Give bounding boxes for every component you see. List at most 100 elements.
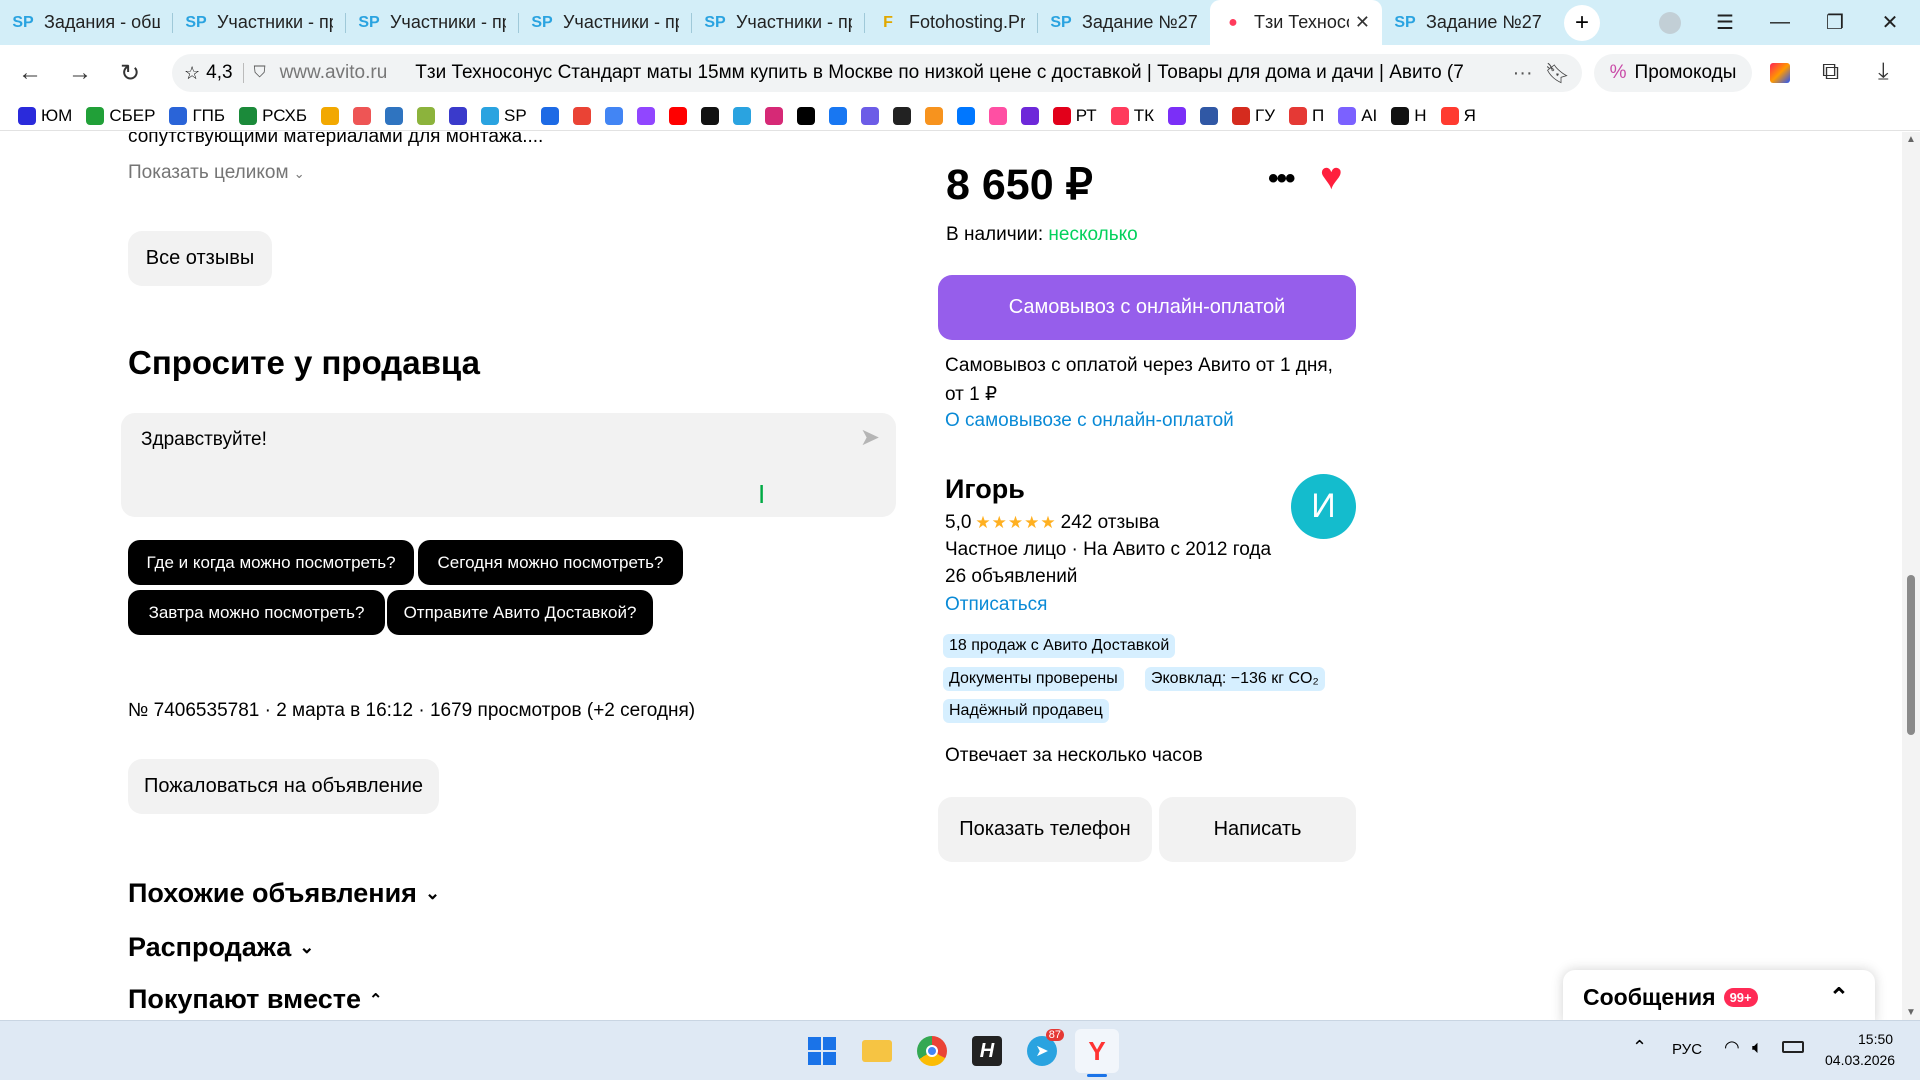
close-tab-icon[interactable]: ✕ (1355, 12, 1370, 33)
promo-button[interactable]: % Промокоды (1594, 54, 1752, 92)
restore-icon[interactable]: ❐ (1810, 0, 1860, 45)
chrome-icon[interactable] (910, 1029, 954, 1073)
favorite-heart-icon[interactable]: ♥ (1320, 158, 1343, 196)
bookmark-item[interactable] (604, 106, 628, 125)
back-icon[interactable]: ← (5, 48, 55, 98)
language-indicator[interactable]: РУС (1672, 1041, 1702, 1058)
more-options-icon[interactable]: ••• (1268, 162, 1295, 196)
tray-chevron-up-icon[interactable]: ⌃ (1632, 1037, 1647, 1058)
new-tab-button[interactable]: + (1564, 4, 1600, 41)
write-button[interactable]: Написать (1159, 797, 1356, 862)
show-full-link[interactable]: Показать целиком ⌄ (128, 162, 305, 184)
browser-tab[interactable]: ● Тзи Техносо ✕ (1210, 0, 1382, 45)
browser-tab[interactable]: SP Задание №272 (1038, 0, 1210, 45)
show-phone-button[interactable]: Показать телефон (938, 797, 1152, 862)
bookmark-item[interactable] (956, 106, 980, 125)
battery-icon[interactable] (1782, 1041, 1804, 1053)
seller-name[interactable]: Игорь (945, 474, 1025, 505)
address-bar[interactable]: ☆ 4,3 ⛉ www.avito.ru Тзи Техносонус Стан… (172, 54, 1582, 92)
profile-icon[interactable] (1650, 0, 1690, 45)
bookmark-item[interactable] (988, 106, 1012, 125)
browser-tab[interactable]: SP Задание №274 (1382, 0, 1554, 45)
bookmark-item[interactable] (353, 106, 376, 125)
bookmark-item[interactable]: SP (481, 106, 527, 126)
forward-icon[interactable]: → (55, 48, 105, 98)
bookmark-item[interactable] (668, 106, 692, 125)
bookmark-item[interactable] (1020, 106, 1044, 125)
bookmark-item[interactable] (385, 106, 408, 125)
bookmark-item[interactable] (1167, 106, 1191, 125)
message-input[interactable]: Здравствуйте! ➤ I (121, 413, 896, 517)
star-icon[interactable]: ☆ (184, 63, 200, 84)
yandex-browser-icon[interactable]: Y (1075, 1029, 1119, 1077)
seller-avatar[interactable]: И (1291, 474, 1356, 539)
browser-tab[interactable]: SP Участники - пр (692, 0, 864, 45)
extensions-icon[interactable]: ⧉ (1822, 58, 1839, 86)
file-explorer-icon[interactable] (855, 1029, 899, 1073)
bookmark-item[interactable] (764, 106, 788, 125)
bookmark-item[interactable]: ГПБ (169, 106, 225, 126)
bookmark-item[interactable]: ЮМ (18, 106, 72, 126)
more-dots-icon[interactable]: ··· (1513, 62, 1533, 85)
bookmark-item[interactable] (449, 106, 472, 125)
quick-question-chip[interactable]: Сегодня можно посмотреть? (418, 540, 683, 585)
bookmark-item[interactable]: ГУ (1231, 106, 1275, 126)
bookmark-item[interactable] (636, 106, 660, 125)
bookmark-icon[interactable]: 🔖︎ (1545, 61, 1570, 86)
chevron-up-icon[interactable]: ⌃ (1829, 983, 1849, 1012)
all-reviews-button[interactable]: Все отзывы (128, 231, 272, 286)
seller-ads-count[interactable]: 26 объявлений (945, 566, 1077, 588)
close-window-icon[interactable]: ✕ (1865, 0, 1915, 45)
bookmark-item[interactable] (732, 106, 756, 125)
windows-start-icon[interactable] (800, 1029, 844, 1073)
bookmark-item[interactable] (860, 106, 884, 125)
bookmark-item[interactable]: Я (1440, 106, 1476, 126)
quick-question-chip[interactable]: Отправите Авито Доставкой? (387, 590, 653, 635)
menu-icon[interactable]: ☰ (1705, 0, 1745, 45)
telegram-icon[interactable]: ➤ 87 (1020, 1029, 1064, 1073)
bookmark-item[interactable] (700, 106, 724, 125)
bookmark-item[interactable]: РСХБ (239, 106, 307, 126)
browser-tab[interactable]: SP Участники - пр (173, 0, 345, 45)
browser-tab[interactable]: F Fotohosting.Pro (865, 0, 1037, 45)
scrollbar-thumb[interactable] (1907, 575, 1915, 735)
wifi-icon[interactable]: ◠ (1724, 1037, 1740, 1058)
bookmark-item[interactable]: Н (1391, 106, 1427, 126)
quick-question-chip[interactable]: Где и когда можно посмотреть? (128, 540, 414, 585)
messages-widget[interactable]: Сообщения 99+ ⌃ (1563, 970, 1875, 1020)
gallery-icon[interactable] (1770, 63, 1790, 83)
section-similar[interactable]: Похожие объявления ⌄ (128, 878, 440, 909)
section-bought-together[interactable]: Покупают вместе ⌃ (128, 984, 382, 1015)
bookmark-item[interactable] (321, 106, 344, 125)
bookmark-item[interactable] (924, 106, 948, 125)
pickup-online-button[interactable]: Самовывоз с онлайн-оплатой (938, 275, 1356, 340)
section-sale[interactable]: Распродажа ⌄ (128, 932, 314, 963)
bookmark-item[interactable] (828, 106, 852, 125)
scroll-down-arrow[interactable]: ▼ (1906, 1007, 1916, 1018)
scroll-up-arrow[interactable]: ▲ (1906, 134, 1916, 145)
page-scrollbar[interactable]: ▲ ▼ (1902, 132, 1920, 1020)
downloads-icon[interactable]: ⤓ (1878, 58, 1889, 86)
unsubscribe-link[interactable]: Отписаться (945, 594, 1047, 616)
reload-icon[interactable]: ↻ (105, 48, 155, 98)
report-button[interactable]: Пожаловаться на объявление (128, 759, 439, 814)
clock-date[interactable]: 04.03.2026 (1825, 1052, 1895, 1068)
seller-rating-row[interactable]: 5,0 ★★★★★ 242 отзыва (945, 512, 1159, 534)
browser-tab[interactable]: SP Задания - общ (0, 0, 172, 45)
bookmark-item[interactable]: СБЕР (86, 106, 155, 126)
browser-tab[interactable]: SP Участники - пр (519, 0, 691, 45)
send-icon[interactable]: ➤ (860, 423, 880, 452)
volume-icon[interactable]: 🔈︎ (1752, 1037, 1763, 1058)
bookmark-item[interactable]: РТ (1052, 106, 1097, 126)
bookmark-item[interactable]: П (1289, 106, 1324, 126)
shield-icon[interactable]: ⛉ (254, 64, 266, 82)
minimize-icon[interactable]: — (1755, 0, 1805, 45)
browser-tab[interactable]: SP Участники - пр (346, 0, 518, 45)
bookmark-item[interactable]: AI (1338, 106, 1377, 126)
pickup-info-link[interactable]: О самовывозе с онлайн-оплатой (945, 410, 1234, 432)
bookmark-item[interactable] (540, 106, 564, 125)
clock-time[interactable]: 15:50 (1858, 1031, 1893, 1047)
bookmark-item[interactable] (796, 106, 820, 125)
bookmark-item[interactable] (892, 106, 916, 125)
bookmark-item[interactable]: ТК (1110, 106, 1154, 126)
